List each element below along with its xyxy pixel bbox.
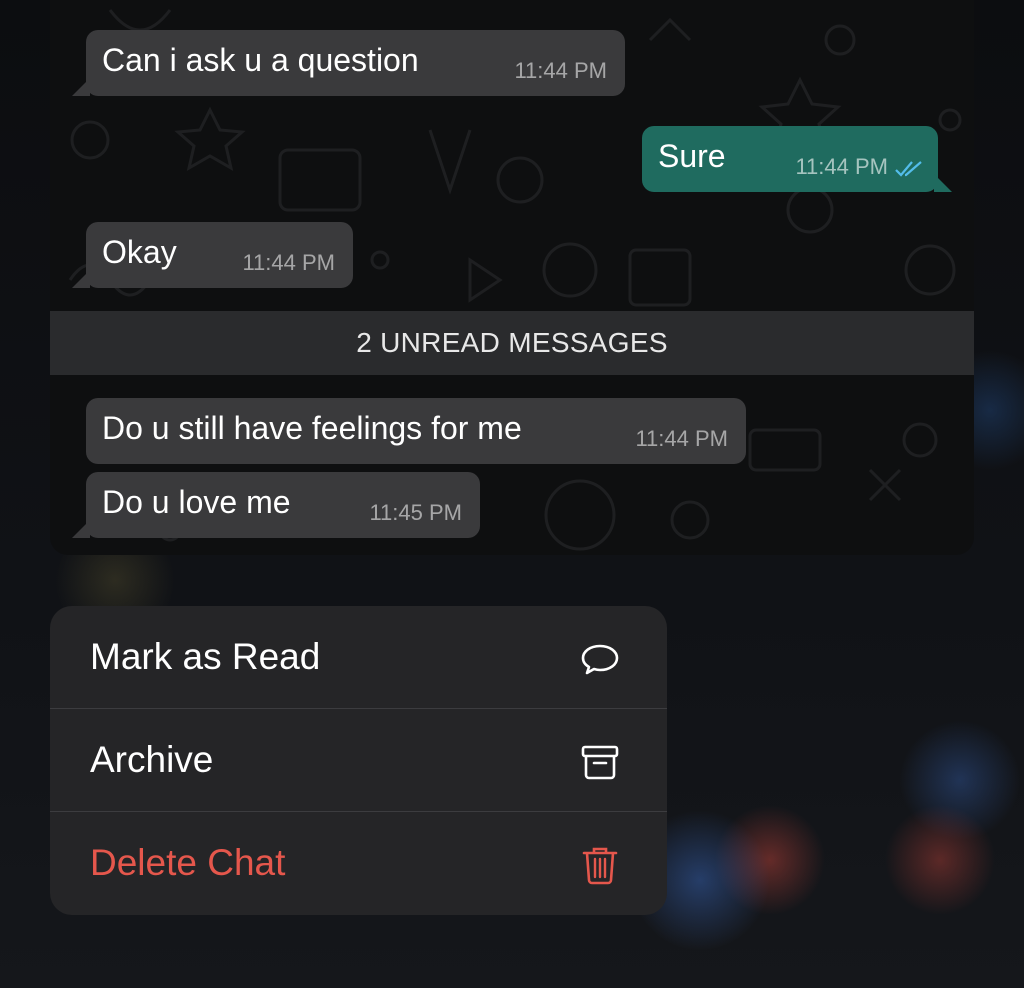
archive-box-icon: [581, 745, 619, 780]
message-text: Can i ask u a question: [102, 42, 419, 78]
mark-as-read-menu-item[interactable]: Mark as Read: [50, 606, 667, 709]
incoming-message[interactable]: Okay 11:44 PM: [72, 222, 353, 288]
read-double-check-icon: [895, 161, 922, 177]
chat-context-menu: Mark as Read Archive Delete Chat: [50, 606, 667, 915]
bubble-tail: [934, 174, 952, 192]
delete-chat-menu-item[interactable]: Delete Chat: [50, 812, 667, 915]
message-time: 11:44 PM: [795, 154, 888, 179]
chat-preview: Can i ask u a question 11:44 PM Sure 11:…: [50, 0, 974, 555]
bubble-tail: [72, 78, 90, 96]
message-time: 11:44 PM: [514, 58, 607, 83]
menu-item-label: Delete Chat: [90, 842, 286, 883]
bubble-tail: [72, 270, 90, 288]
archive-menu-item[interactable]: Archive: [50, 709, 667, 812]
message-text: Do u still have feelings for me: [102, 410, 522, 446]
unread-messages-banner: 2 UNREAD MESSAGES: [50, 311, 974, 375]
message-time: 11:44 PM: [242, 250, 335, 275]
incoming-message[interactable]: Do u love me 11:45 PM: [72, 472, 480, 538]
incoming-message[interactable]: Can i ask u a question 11:44 PM: [72, 30, 625, 96]
menu-item-label: Archive: [90, 739, 214, 780]
message-text: Okay: [102, 234, 177, 270]
menu-item-label: Mark as Read: [90, 636, 321, 677]
incoming-message[interactable]: Do u still have feelings for me 11:44 PM: [86, 398, 746, 464]
message-text: Do u love me: [102, 484, 291, 520]
message-text: Sure: [658, 138, 726, 174]
outgoing-message[interactable]: Sure 11:44 PM: [642, 126, 952, 192]
trash-icon: [582, 847, 618, 885]
chat-bubble-icon: [581, 644, 619, 675]
message-time: 11:45 PM: [369, 500, 462, 525]
bubble-tail: [72, 520, 90, 538]
message-time: 11:44 PM: [635, 426, 728, 451]
